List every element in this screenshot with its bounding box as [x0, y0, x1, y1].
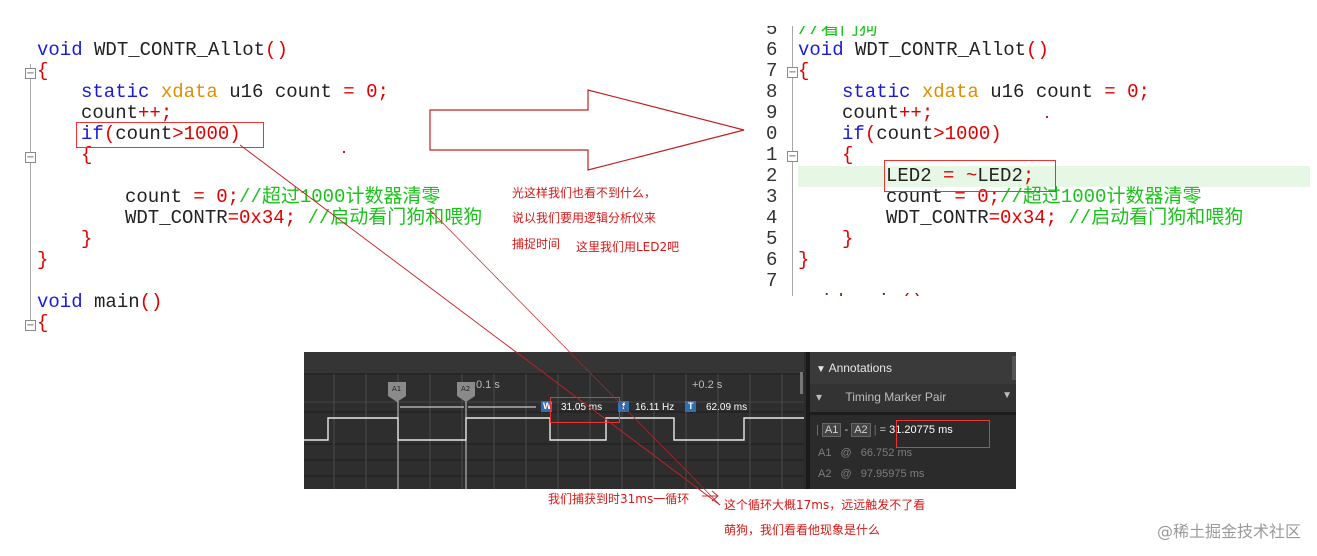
- marker-a2-icon[interactable]: A2: [461, 385, 470, 393]
- annotation-note: 光这样我们也看不到什么，: [512, 186, 657, 200]
- time-tick: +0.2 s: [692, 379, 723, 391]
- code-line: if(count>1000): [842, 123, 1002, 145]
- code-line: WDT_CONTR=0x34; //启动看门狗和喂狗: [125, 207, 483, 229]
- pair-equals: =: [879, 424, 887, 436]
- code-line: }: [842, 228, 854, 250]
- annotation-note: 这个循环大概17ms，远远触发不了看: [724, 498, 926, 512]
- line-number: 9: [766, 102, 778, 124]
- highlight-box: [76, 122, 264, 148]
- a1-at: @: [840, 447, 852, 459]
- code-line: }: [798, 249, 810, 271]
- a2-label: A2: [818, 468, 832, 480]
- fold-toggle-icon[interactable]: −: [787, 151, 798, 162]
- code-line: static xdata u16 count = 0;: [842, 81, 1150, 103]
- period-value: 62.09 ms: [706, 402, 748, 413]
- code-line: void main(): [37, 291, 163, 313]
- line-number: 0: [766, 123, 778, 145]
- pair-dash: -: [844, 424, 849, 436]
- frequency-badge-icon: f: [622, 401, 625, 411]
- a2-value: 97.95975 ms: [860, 468, 925, 480]
- line-number: 6: [766, 249, 778, 271]
- code-line: count++;: [81, 102, 173, 124]
- pair-a1-badge: A1: [821, 423, 842, 437]
- left-code-snippet: − − − void WDT_CONTR_Allot() { static xd…: [18, 38, 482, 334]
- highlight-box: [884, 160, 1056, 192]
- line-number: 6: [766, 39, 778, 61]
- code-line: {: [81, 144, 93, 166]
- fold-toggle-icon[interactable]: −: [787, 67, 798, 78]
- frequency-value: 16.11 Hz: [635, 402, 675, 413]
- a2-at: @: [840, 468, 852, 480]
- a1-label: A1: [818, 447, 832, 459]
- code-line: static xdata u16 count = 0;: [81, 81, 389, 103]
- fold-toggle-icon[interactable]: −: [25, 152, 36, 163]
- highlight-box: [896, 420, 990, 448]
- annotation-note: 我们捕获到时31ms一循环: [548, 492, 690, 506]
- code-line: {: [842, 144, 854, 166]
- line-number: 3: [766, 186, 778, 208]
- code-line: //看门狗: [798, 26, 878, 40]
- fold-toggle-icon[interactable]: −: [25, 320, 36, 331]
- fold-toggle-icon[interactable]: −: [25, 68, 36, 79]
- code-line: void main(): [798, 292, 923, 297]
- collapse-triangle-icon[interactable]: ▼: [816, 364, 826, 375]
- timing-marker-pair-label: Timing Marker Pair: [845, 390, 947, 404]
- period-badge-icon: T: [688, 401, 694, 411]
- line-number: 5: [766, 26, 778, 40]
- a2-time-row: A2 @ 97.95975 ms: [818, 468, 924, 480]
- code-line: count = 0;//超过1000计数器清零: [125, 186, 441, 208]
- code-line: }: [37, 249, 49, 271]
- annotation-note: 萌狗，我们看看他现象是什么: [724, 523, 881, 537]
- annotation-note: 捕捉时间: [512, 237, 561, 251]
- annotations-panel-header[interactable]: ▼ Annotations: [816, 361, 892, 375]
- code-line: void WDT_CONTR_Allot(): [37, 39, 288, 61]
- code-line: void WDT_CONTR_Allot(): [798, 39, 1049, 61]
- marker-a1-icon[interactable]: A1: [392, 385, 401, 393]
- code-line: WDT_CONTR=0x34; //启动看门狗和喂狗: [886, 207, 1244, 229]
- code-line: {: [798, 60, 810, 82]
- transition-arrow: [429, 89, 745, 171]
- line-number: 5: [766, 228, 778, 250]
- dropdown-arrow-icon[interactable]: ▼: [1002, 390, 1012, 401]
- line-number: 1: [766, 144, 778, 166]
- line-number: 8: [766, 81, 778, 103]
- code-line: }: [81, 228, 93, 250]
- fold-guide: [30, 64, 31, 326]
- annotation-note: 说以我们要用逻辑分析仪来: [512, 211, 657, 225]
- line-number: 2: [766, 165, 778, 187]
- timing-marker-pair-row[interactable]: ▾ Timing Marker Pair ▼: [816, 390, 1012, 404]
- code-line: count++;: [842, 102, 934, 124]
- pin-icon: ▾: [816, 390, 823, 404]
- annotation-note: 这里我们用LED2吧: [576, 240, 680, 254]
- code-line: {: [37, 312, 49, 334]
- line-number: 4: [766, 207, 778, 229]
- time-tick: 0.1 s: [476, 379, 500, 391]
- pair-a2-badge: A2: [851, 423, 871, 437]
- a1-value: 66.752 ms: [860, 447, 913, 459]
- panel-title: Annotations: [828, 361, 892, 375]
- code-line: {: [37, 60, 49, 82]
- watermark: @稀土掘金技术社区: [1156, 522, 1301, 541]
- a1-time-row: A1 @ 66.752 ms: [818, 447, 912, 459]
- line-number: 7: [766, 270, 778, 292]
- highlight-box: [550, 397, 620, 423]
- line-number: 7: [766, 60, 778, 82]
